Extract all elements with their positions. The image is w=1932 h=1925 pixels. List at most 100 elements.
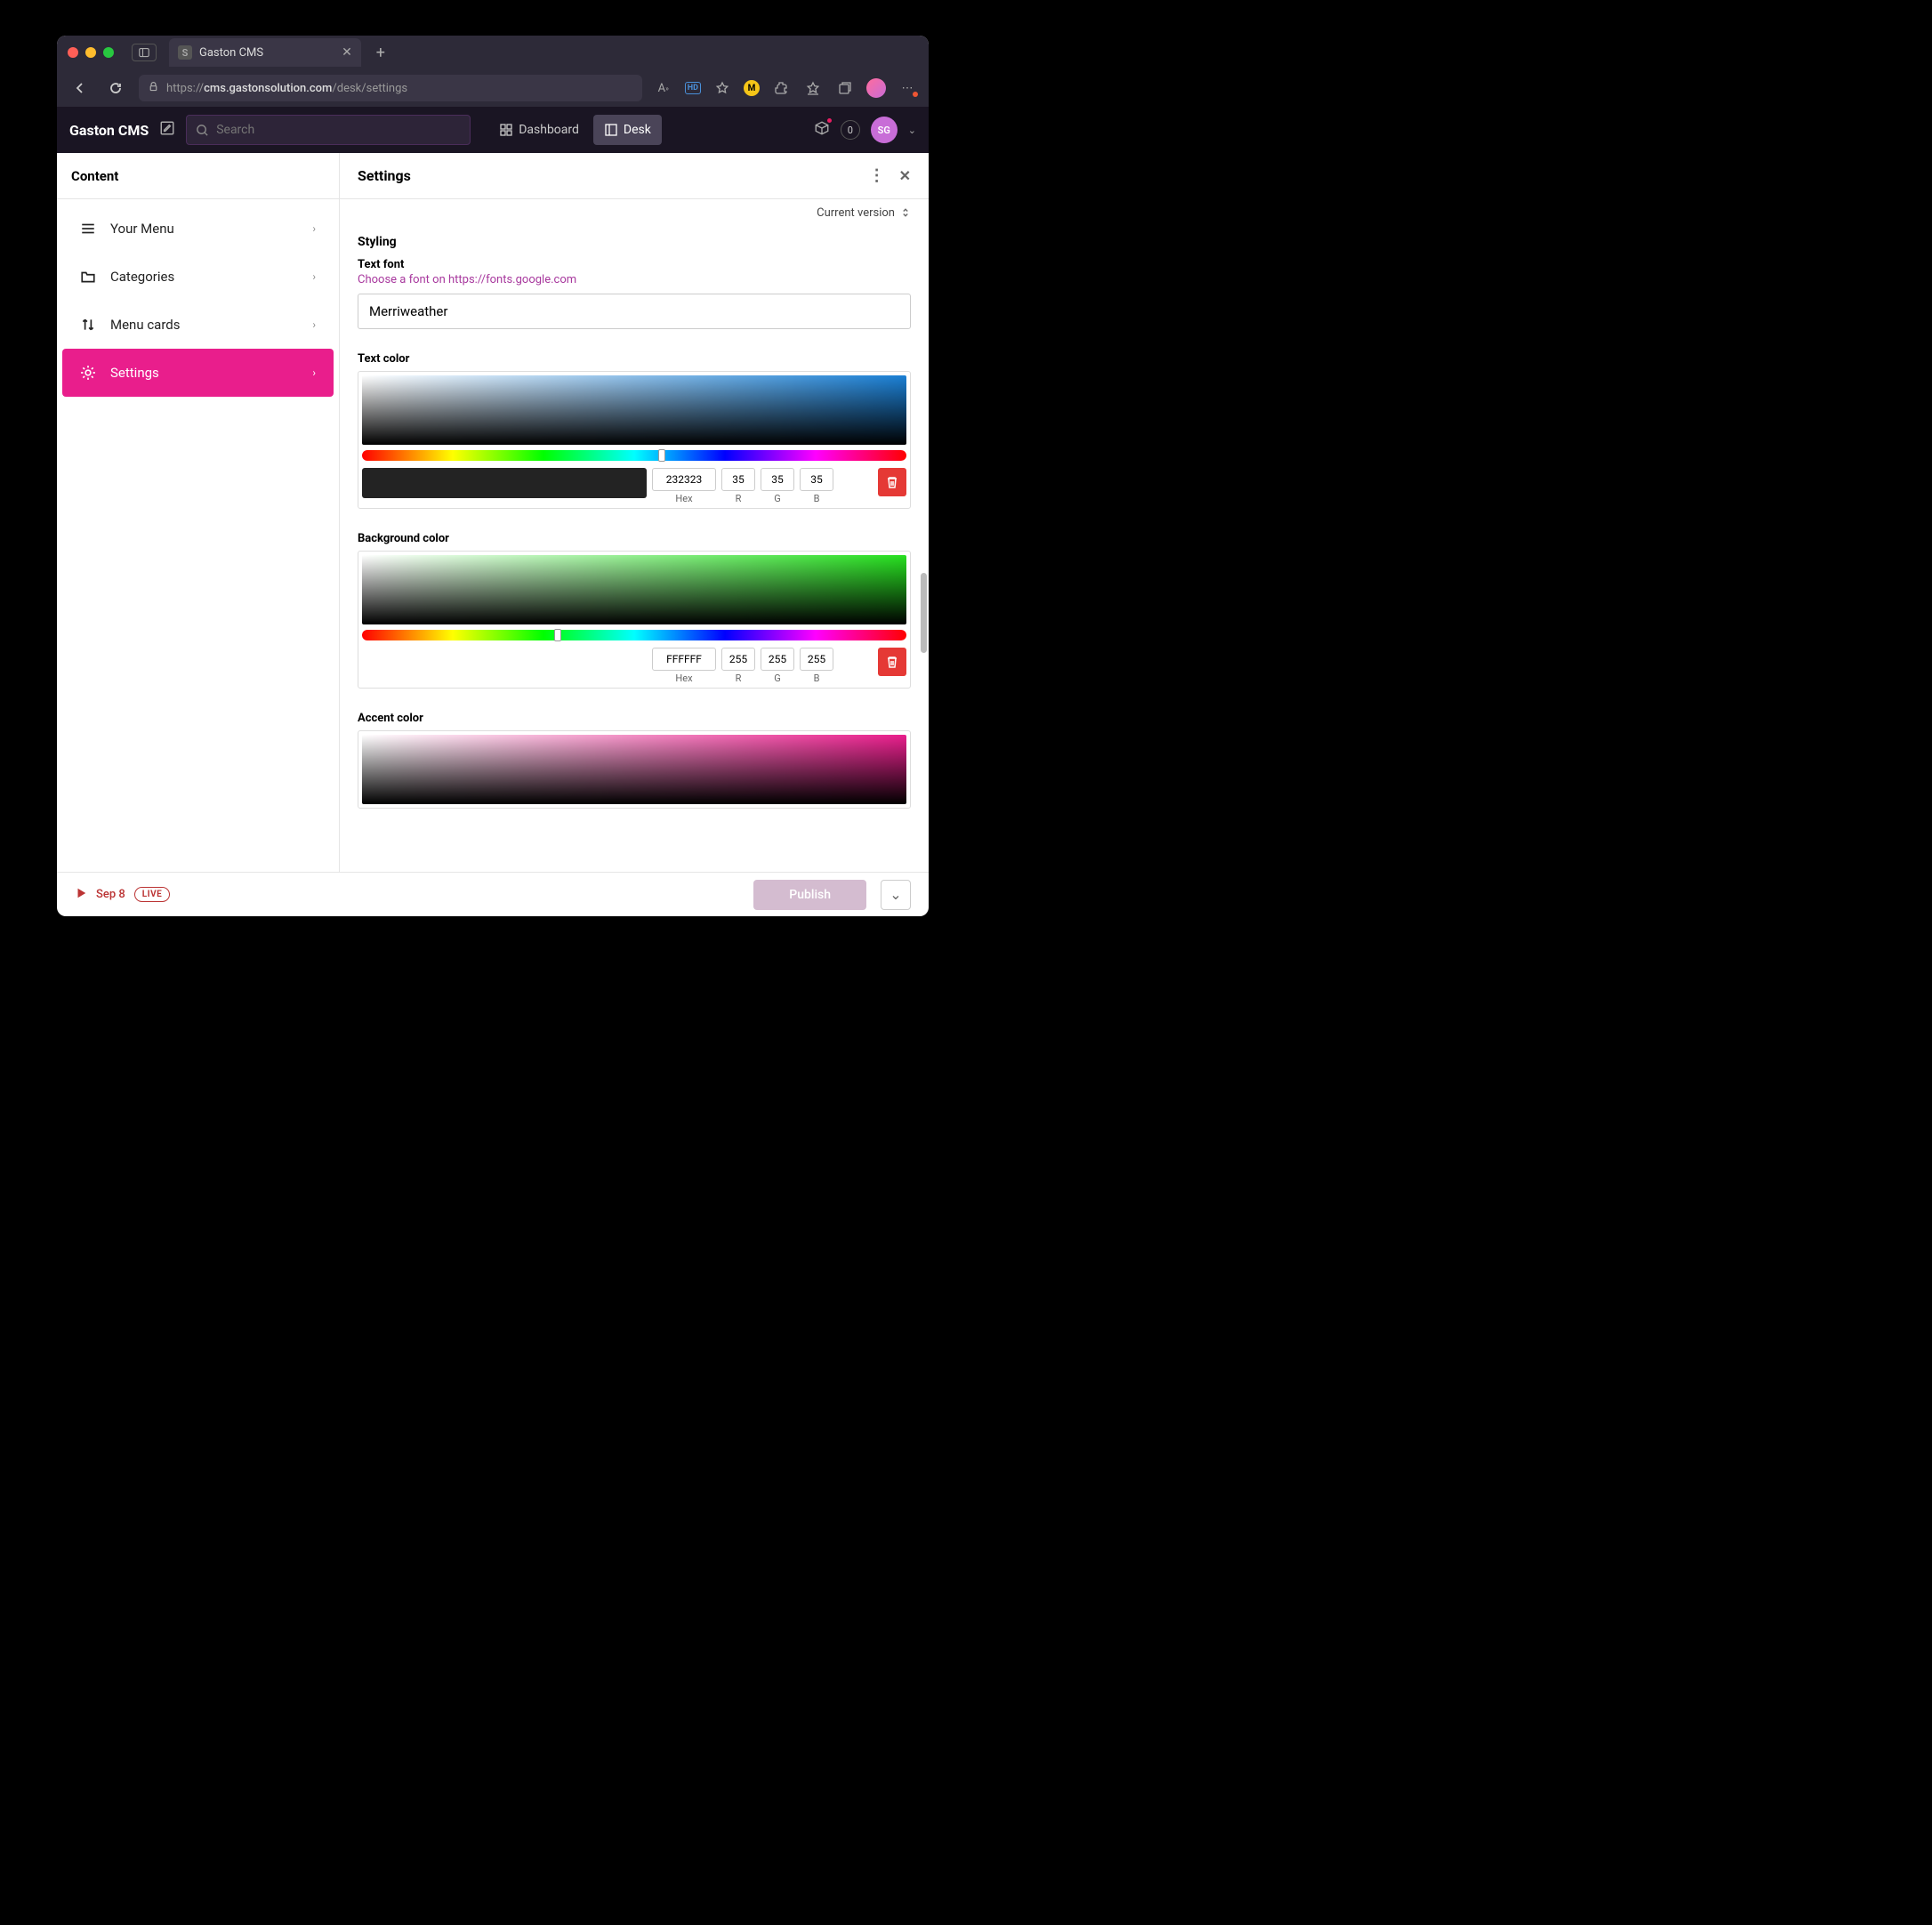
tab-desk[interactable]: Desk <box>593 115 662 145</box>
package-icon[interactable] <box>814 120 830 140</box>
field-label: Text color <box>358 352 911 366</box>
sidebar-toggle-button[interactable] <box>132 44 157 61</box>
delete-color-button[interactable] <box>878 648 906 676</box>
close-tab-button[interactable]: ✕ <box>342 45 352 60</box>
browser-tab[interactable]: S Gaston CMS ✕ <box>169 38 361 67</box>
saturation-field[interactable] <box>362 555 906 624</box>
refresh-button[interactable] <box>103 76 128 101</box>
edit-button[interactable] <box>159 120 175 140</box>
browser-chrome: S Gaston CMS ✕ + https://cms.gastonsolut… <box>57 36 929 107</box>
address-bar[interactable]: https://cms.gastonsolution.com/desk/sett… <box>139 75 642 101</box>
tab-label: Desk <box>624 123 651 137</box>
g-input[interactable] <box>761 648 794 671</box>
extension-icon[interactable] <box>770 77 792 99</box>
r-input[interactable] <box>721 648 755 671</box>
maximize-window-button[interactable] <box>103 47 114 58</box>
hue-thumb[interactable] <box>554 629 561 641</box>
publish-button[interactable]: Publish <box>753 880 866 910</box>
page-title: Settings <box>358 167 411 184</box>
profile-avatar[interactable] <box>866 78 886 98</box>
sidebar-item-label: Settings <box>110 365 159 381</box>
favorites-bar-icon[interactable] <box>802 77 824 99</box>
field-hint: Choose a font on https://fonts.google.co… <box>358 273 911 286</box>
search-icon <box>196 124 209 137</box>
nav-tabs: Dashboard Desk <box>488 115 662 145</box>
dashboard-icon <box>499 123 513 137</box>
sidebar-item-menu-cards[interactable]: Menu cards › <box>62 301 334 349</box>
field-accent-color: Accent color <box>358 712 911 809</box>
main-header: Settings ⋮ ✕ <box>340 153 929 199</box>
app-window: S Gaston CMS ✕ + https://cms.gastonsolut… <box>57 36 929 916</box>
body: Content Your Menu › Categories › Menu ca… <box>57 153 929 872</box>
browser-toolbar: A» HD M ⋯ <box>653 77 918 99</box>
extension-m-icon[interactable]: M <box>744 80 760 96</box>
field-label: Text font <box>358 258 911 271</box>
more-menu-button[interactable]: ⋯ <box>897 77 918 99</box>
close-panel-button[interactable]: ✕ <box>899 167 911 184</box>
favorite-icon[interactable] <box>712 77 733 99</box>
new-tab-button[interactable]: + <box>368 40 393 65</box>
back-button[interactable] <box>68 76 93 101</box>
user-avatar[interactable]: SG <box>871 117 898 143</box>
color-values: Hex R G B <box>362 468 906 504</box>
b-input[interactable] <box>800 648 833 671</box>
sidebar-item-settings[interactable]: Settings › <box>62 349 334 397</box>
url-bar: https://cms.gastonsolution.com/desk/sett… <box>57 69 929 107</box>
g-label: G <box>774 493 781 504</box>
footer-date: Sep 8 <box>96 888 125 901</box>
font-input[interactable] <box>358 294 911 329</box>
tab-dashboard[interactable]: Dashboard <box>488 115 590 145</box>
hex-input[interactable] <box>652 648 716 671</box>
g-input[interactable] <box>761 468 794 491</box>
notification-count[interactable]: 0 <box>841 120 860 140</box>
color-picker: Hex R G B <box>358 371 911 509</box>
user-menu-chevron[interactable]: ⌄ <box>908 125 916 136</box>
field-background-color: Background color Hex R G B <box>358 532 911 689</box>
section-heading: Styling <box>358 235 911 249</box>
delete-color-button[interactable] <box>878 468 906 496</box>
app-bar: Gaston CMS Dashboard Desk 0 SG ⌄ <box>57 107 929 153</box>
field-label: Background color <box>358 532 911 545</box>
main-panel: Settings ⋮ ✕ Current version Styling Tex… <box>340 153 929 872</box>
b-label: B <box>814 493 820 504</box>
saturation-field[interactable] <box>362 735 906 804</box>
version-selector[interactable]: Current version <box>340 199 929 226</box>
hue-thumb[interactable] <box>658 449 665 462</box>
close-window-button[interactable] <box>68 47 78 58</box>
version-label: Current version <box>817 206 895 220</box>
hue-slider[interactable] <box>362 450 906 461</box>
play-icon[interactable] <box>75 886 87 903</box>
read-aloud-icon[interactable]: A» <box>653 77 674 99</box>
saturation-field[interactable] <box>362 375 906 445</box>
chevron-right-icon: › <box>312 222 316 235</box>
search-box[interactable] <box>186 115 471 145</box>
url-text: https://cms.gastonsolution.com/desk/sett… <box>166 82 407 95</box>
minimize-window-button[interactable] <box>85 47 96 58</box>
search-input[interactable] <box>216 123 461 137</box>
lock-icon <box>148 81 159 96</box>
scrollbar-thumb[interactable] <box>921 573 927 653</box>
chevron-right-icon: › <box>312 270 316 283</box>
sidebar-item-your-menu[interactable]: Your Menu › <box>62 205 334 253</box>
favicon: S <box>178 45 192 60</box>
b-label: B <box>814 673 820 684</box>
content-area: Styling Text font Choose a font on https… <box>340 226 929 872</box>
more-actions-button[interactable]: ⋮ <box>869 166 885 185</box>
sidebar-title: Content <box>57 153 339 199</box>
collections-icon[interactable] <box>834 77 856 99</box>
chevron-right-icon: › <box>312 318 316 331</box>
tab-label: Dashboard <box>519 123 579 137</box>
gear-icon <box>80 365 96 381</box>
sidebar-item-label: Categories <box>110 269 174 285</box>
chevron-up-down-icon <box>900 207 911 218</box>
hd-badge-icon[interactable]: HD <box>685 82 701 94</box>
r-input[interactable] <box>721 468 755 491</box>
hex-input[interactable] <box>652 468 716 491</box>
publish-more-button[interactable]: ⌄ <box>881 880 911 910</box>
sidebar-item-categories[interactable]: Categories › <box>62 253 334 301</box>
color-picker <box>358 730 911 809</box>
hue-slider[interactable] <box>362 630 906 640</box>
right-bar: 0 SG ⌄ <box>814 117 916 143</box>
sidebar-item-label: Menu cards <box>110 317 180 333</box>
b-input[interactable] <box>800 468 833 491</box>
